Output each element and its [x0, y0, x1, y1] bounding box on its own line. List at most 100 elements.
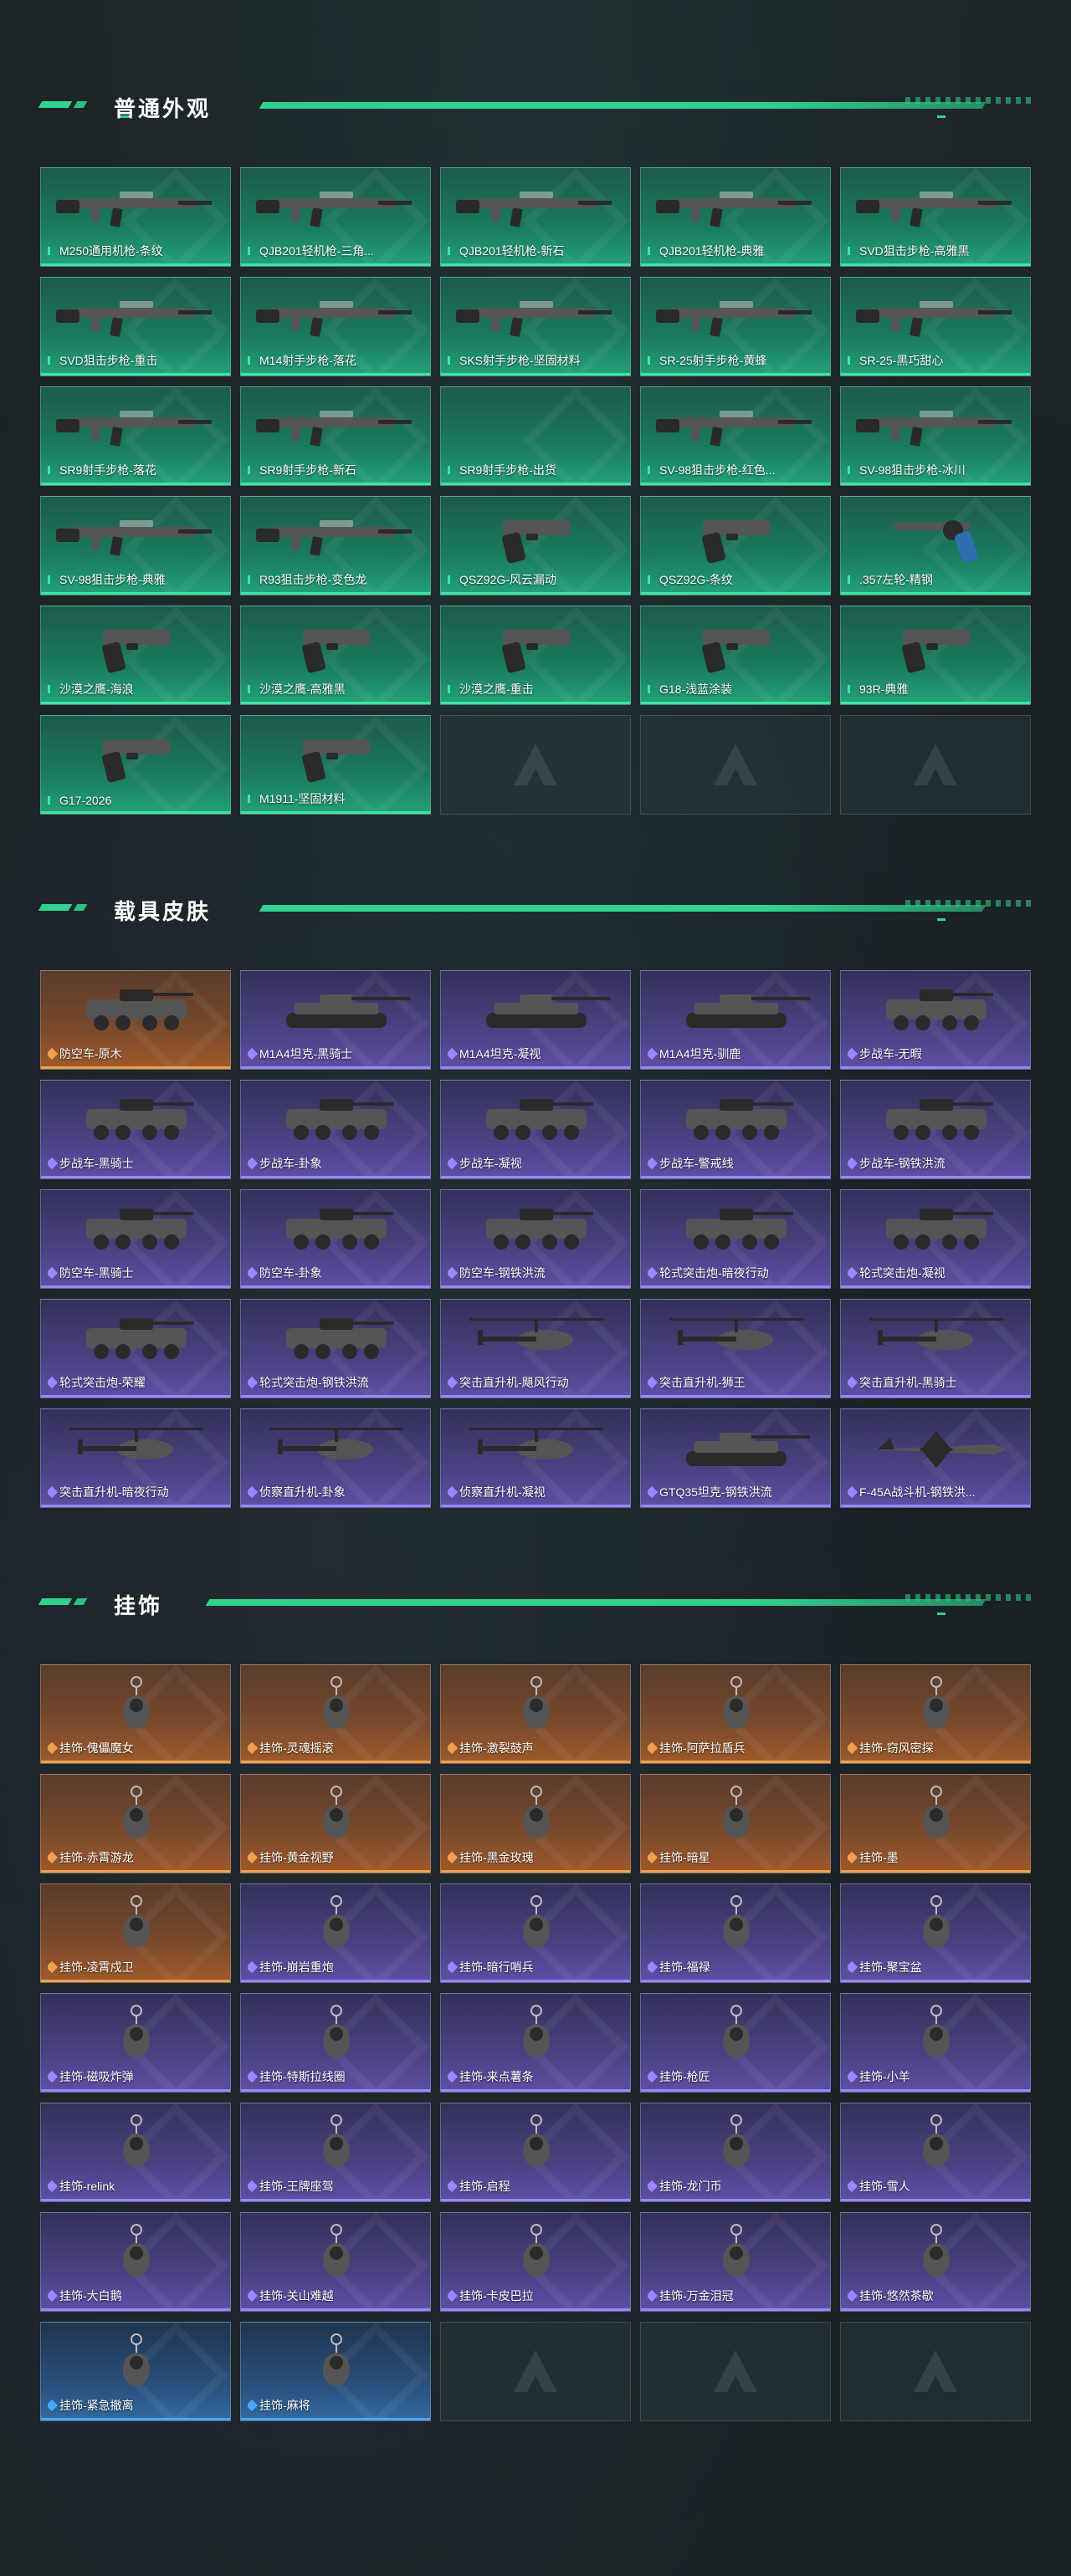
item-card[interactable]: 挂饰-黑金玫瑰: [440, 1774, 631, 1873]
item-card[interactable]: 轮式突击炮-钢铁洪流: [240, 1299, 431, 1398]
item-card[interactable]: SR9射手步枪-新石: [240, 386, 431, 486]
item-card[interactable]: M1911-坚固材料: [240, 715, 431, 815]
item-card[interactable]: 步战车-凝视: [440, 1080, 631, 1179]
header-accent-mark: [38, 101, 73, 108]
item-card[interactable]: M1A4坦克-黑骑士: [240, 970, 431, 1070]
item-card[interactable]: 挂饰-紧急撤离: [40, 2322, 231, 2421]
item-card[interactable]: 挂饰-赤霄游龙: [40, 1774, 231, 1873]
item-card[interactable]: SR-25-黑巧甜心: [840, 277, 1031, 376]
item-card[interactable]: 挂饰-激裂鼓声: [440, 1664, 631, 1764]
item-label-row: 防空车-卦象: [248, 1265, 425, 1281]
item-card[interactable]: 挂饰-雪人: [840, 2103, 1031, 2202]
rarity-bar: [641, 2199, 830, 2201]
item-card[interactable]: 挂饰-黄金视野: [240, 1774, 431, 1873]
rarity-diamond-icon: [48, 1376, 59, 1389]
section-header: 载具皮肤: [38, 890, 1031, 924]
item-card[interactable]: QSZ92G-风云漏动: [440, 496, 631, 595]
item-card[interactable]: 挂饰-福禄: [640, 1883, 831, 1983]
item-card[interactable]: 突击直升机-暗夜行动: [40, 1408, 231, 1508]
item-card[interactable]: F-45A战斗机-钢铁洪...: [840, 1408, 1031, 1508]
item-card[interactable]: 挂饰-悠然茶歇: [840, 2212, 1031, 2312]
item-card[interactable]: 防空车-原木: [40, 970, 231, 1070]
item-card[interactable]: R93狙击步枪-变色龙: [240, 496, 431, 595]
item-label-row: QSZ92G-风云漏动: [448, 571, 625, 588]
item-card[interactable]: 挂饰-墨: [840, 1774, 1031, 1873]
item-card[interactable]: 挂饰-凌霄戍卫: [40, 1883, 231, 1983]
item-card[interactable]: M1A4坦克-驯鹿: [640, 970, 831, 1070]
item-card[interactable]: 轮式突击炮-荣耀: [40, 1299, 231, 1398]
item-card[interactable]: 挂饰-特斯拉线圈: [240, 1993, 431, 2093]
item-card[interactable]: 防空车-黑骑士: [40, 1189, 231, 1289]
item-card[interactable]: SKS射手步枪-坚固材料: [440, 277, 631, 376]
item-card[interactable]: 挂饰-小羊: [840, 1993, 1031, 2093]
item-card[interactable]: 挂饰-枪匠: [640, 1993, 831, 2093]
item-card[interactable]: QJB201轻机枪-三角...: [240, 167, 431, 267]
item-card[interactable]: 挂饰-王牌座驾: [240, 2103, 431, 2202]
item-grid: M250通用机枪-条纹 QJB201轻机枪-三角... QJB201轻机枪-新石: [40, 167, 1031, 815]
item-card[interactable]: 挂饰-麻将: [240, 2322, 431, 2421]
item-card[interactable]: 步战车-警戒线: [640, 1080, 831, 1179]
item-card[interactable]: 轮式突击炮-凝视: [840, 1189, 1031, 1289]
item-card[interactable]: 沙漠之鹰-高雅黑: [240, 606, 431, 705]
item-card[interactable]: SR-25射手步枪-黄蜂: [640, 277, 831, 376]
item-card[interactable]: QJB201轻机枪-新石: [440, 167, 631, 267]
item-card[interactable]: SVD狙击步枪-重击: [40, 277, 231, 376]
item-card[interactable]: SV-98狙击步枪-红色...: [640, 386, 831, 486]
item-card[interactable]: 侦察直升机-卦象: [240, 1408, 431, 1508]
item-label-row: 轮式突击炮-暗夜行动: [648, 1265, 825, 1281]
rarity-bar: [841, 2308, 1030, 2311]
item-card[interactable]: 挂饰-暗行哨兵: [440, 1883, 631, 1983]
item-card[interactable]: M1A4坦克-凝视: [440, 970, 631, 1070]
item-card[interactable]: 挂饰-磁吸炸弹: [40, 1993, 231, 2093]
header-accent-mark: [38, 904, 73, 911]
rarity-diamond-icon: [248, 2180, 259, 2193]
item-card[interactable]: SR9射手步枪-出货: [440, 386, 631, 486]
item-card[interactable]: 挂饰-龙门币: [640, 2103, 831, 2202]
item-card[interactable]: 沙漠之鹰-重击: [440, 606, 631, 705]
item-card[interactable]: 93R-典雅: [840, 606, 1031, 705]
item-card[interactable]: 挂饰-灵魂摇滚: [240, 1664, 431, 1764]
item-card[interactable]: 挂饰-窃风密探: [840, 1664, 1031, 1764]
item-card[interactable]: 挂饰-傀儡魔女: [40, 1664, 231, 1764]
item-card[interactable]: 挂饰-关山难越: [240, 2212, 431, 2312]
item-card[interactable]: 侦察直升机-凝视: [440, 1408, 631, 1508]
item-card[interactable]: 防空车-钢铁洪流: [440, 1189, 631, 1289]
item-card[interactable]: SVD狙击步枪-高雅黑: [840, 167, 1031, 267]
light-machine-gun-icon: [656, 192, 812, 227]
item-card[interactable]: 步战车-卦象: [240, 1080, 431, 1179]
item-label-row: 挂饰-雪人: [848, 2178, 1025, 2195]
item-card[interactable]: 挂饰-阿萨拉盾兵: [640, 1664, 831, 1764]
item-card[interactable]: 轮式突击炮-暗夜行动: [640, 1189, 831, 1289]
item-card[interactable]: 步战车-无暇: [840, 970, 1031, 1070]
item-card[interactable]: 挂饰-崩岩重炮: [240, 1883, 431, 1983]
item-card[interactable]: 步战车-钢铁洪流: [840, 1080, 1031, 1179]
item-name: 挂饰-关山难越: [259, 2289, 334, 2303]
item-card[interactable]: 突击直升机-黑骑士: [840, 1299, 1031, 1398]
item-card[interactable]: SV-98狙击步枪-典雅: [40, 496, 231, 595]
item-name: 步战车-凝视: [459, 1157, 522, 1170]
item-card[interactable]: 挂饰-relink: [40, 2103, 231, 2202]
item-card[interactable]: G18-浅蓝涂装: [640, 606, 831, 705]
item-card[interactable]: G17-2026: [40, 715, 231, 815]
item-card[interactable]: QSZ92G-条纹: [640, 496, 831, 595]
item-card[interactable]: 挂饰-万金泪冠: [640, 2212, 831, 2312]
item-card[interactable]: 挂饰-启程: [440, 2103, 631, 2202]
item-card[interactable]: M250通用机枪-条纹: [40, 167, 231, 267]
item-card[interactable]: SR9射手步枪-落花: [40, 386, 231, 486]
rarity-diamond-icon: [448, 356, 456, 365]
item-card[interactable]: 挂饰-聚宝盆: [840, 1883, 1031, 1983]
item-card[interactable]: M14射手步枪-落花: [240, 277, 431, 376]
item-card[interactable]: 挂饰-暗星: [640, 1774, 831, 1873]
item-card[interactable]: .357左轮-精钢: [840, 496, 1031, 595]
item-card[interactable]: SV-98狙击步枪-冰川: [840, 386, 1031, 486]
item-card[interactable]: 沙漠之鹰-海浪: [40, 606, 231, 705]
item-card[interactable]: GTQ35坦克-钢铁洪流: [640, 1408, 831, 1508]
item-card[interactable]: 突击直升机-狮王: [640, 1299, 831, 1398]
item-card[interactable]: 挂饰-卡皮巴拉: [440, 2212, 631, 2312]
item-card[interactable]: 挂饰-来点薯条: [440, 1993, 631, 2093]
item-card[interactable]: 挂饰-大白鹅: [40, 2212, 231, 2312]
item-card[interactable]: QJB201轻机枪-典雅: [640, 167, 831, 267]
item-card[interactable]: 防空车-卦象: [240, 1189, 431, 1289]
item-card[interactable]: 突击直升机-飓风行动: [440, 1299, 631, 1398]
item-card[interactable]: 步战车-黑骑士: [40, 1080, 231, 1179]
